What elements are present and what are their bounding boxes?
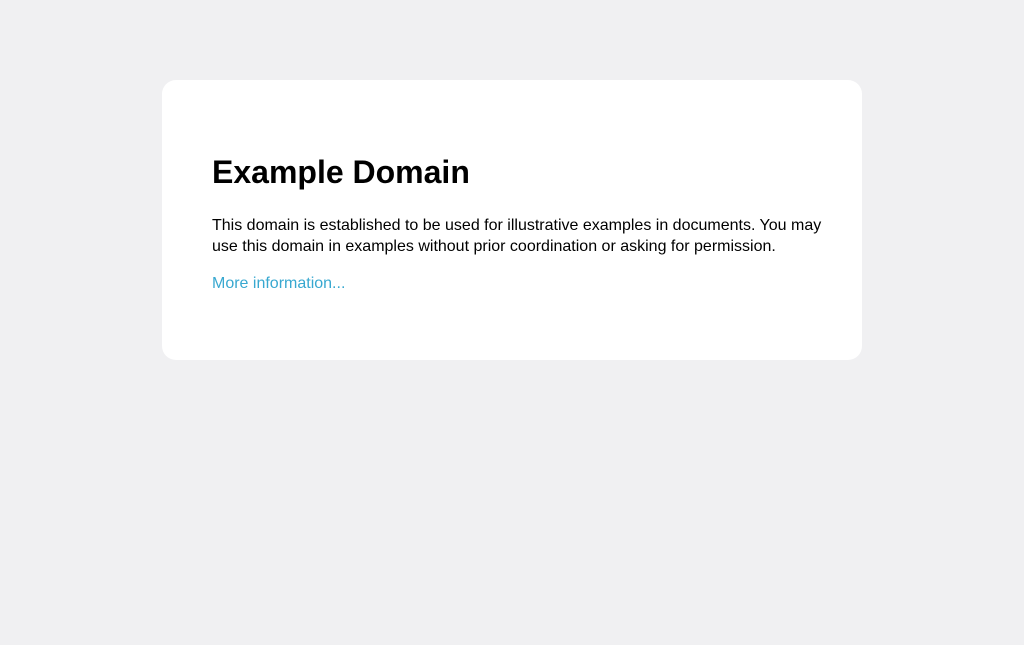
page-title: Example Domain xyxy=(212,154,470,190)
page-description: This domain is established to be used fo… xyxy=(212,217,822,255)
content-card: Example Domain This domain is establishe… xyxy=(162,80,862,360)
more-information-link[interactable]: More information... xyxy=(212,274,345,294)
